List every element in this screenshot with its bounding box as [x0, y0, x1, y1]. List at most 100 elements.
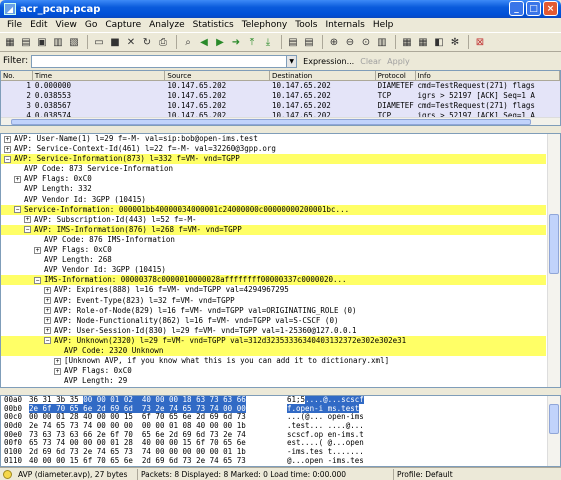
help-icon[interactable]: ⊠ [473, 35, 487, 49]
print-icon[interactable]: ⎙ [156, 35, 170, 49]
clear-button[interactable]: Clear [360, 57, 381, 66]
tree-row[interactable]: + AVP: User-Session-Id(830) l=29 f=VM- vn… [1, 326, 546, 336]
zoom-out-icon[interactable]: ⊖ [343, 35, 357, 49]
tree-row[interactable]: + AVP: Subscription-Id(443) l=52 f=-M- [1, 215, 546, 225]
reload-icon[interactable]: ↻ [140, 35, 154, 49]
collapse-icon[interactable]: − [24, 226, 31, 234]
capture-filters-icon[interactable]: ▦ [400, 35, 414, 49]
packet-list-hscrollbar[interactable] [1, 117, 560, 125]
tree-row[interactable]: + AVP Flags: 0xC0 [1, 174, 546, 184]
hex-row[interactable]: 0110 40 00 00 15 6f 70 65 6e 2d 69 6d 73 … [1, 456, 560, 466]
expand-icon[interactable]: + [24, 216, 31, 224]
column-source[interactable]: Source [165, 71, 271, 81]
column-time[interactable]: Time [33, 71, 166, 81]
tree-row[interactable]: + AVP Flags: 0xC0 [1, 366, 546, 376]
colorize-icon[interactable]: ▤ [286, 35, 300, 49]
expand-icon[interactable]: + [4, 135, 11, 143]
close-file-icon[interactable]: ✕ [124, 35, 138, 49]
tree-row[interactable]: + AVP: User-Name(1) l=29 f=-M- val=sip:bo… [1, 134, 546, 144]
open-file-icon[interactable]: ▭ [92, 35, 106, 49]
expand-icon[interactable]: + [44, 307, 51, 315]
expand-icon[interactable]: + [44, 286, 51, 294]
zoom-normal-icon[interactable]: ⊙ [359, 35, 373, 49]
menu-tools[interactable]: Tools [291, 20, 321, 30]
first-packet-icon[interactable]: ⤒ [245, 35, 259, 49]
auto-scroll-icon[interactable]: ▤ [302, 35, 316, 49]
expand-icon[interactable]: + [44, 317, 51, 325]
tree-row[interactable]: + AVP: Service-Context-Id(461) l=22 f=-M-… [1, 144, 546, 154]
tree-row[interactable]: + AVP: Expires(888) l=16 f=VM- vnd=TGPP v… [1, 285, 546, 295]
stop-capture-icon[interactable]: ▥ [51, 35, 65, 49]
menu-internals[interactable]: Internals [321, 20, 368, 30]
start-capture-icon[interactable]: ▣ [35, 35, 49, 49]
expand-icon[interactable]: + [54, 357, 61, 365]
menu-view[interactable]: View [52, 20, 81, 30]
column-info[interactable]: Info [416, 71, 560, 81]
display-filters-icon[interactable]: ▦ [416, 35, 430, 49]
resize-columns-icon[interactable]: ▥ [375, 35, 389, 49]
menu-capture[interactable]: Capture [101, 20, 145, 30]
tree-row[interactable]: AVP Length: 29 [1, 376, 546, 386]
menu-telephony[interactable]: Telephony [238, 20, 292, 30]
last-packet-icon[interactable]: ⤓ [261, 35, 275, 49]
pane-splitter[interactable] [0, 388, 561, 395]
tree-row[interactable]: − AVP: Unknown(2320) l=29 f=VM- vnd=TGPP … [1, 335, 546, 346]
column-no[interactable]: No. [1, 71, 33, 81]
expand-icon[interactable]: + [44, 327, 51, 335]
zoom-in-icon[interactable]: ⊕ [327, 35, 341, 49]
find-packet-icon[interactable]: ⌕ [181, 35, 195, 49]
tree-row[interactable]: AVP Code: 873 Service-Information [1, 164, 546, 174]
collapse-icon[interactable]: − [14, 206, 21, 214]
expert-info-icon[interactable] [3, 469, 12, 479]
status-profile[interactable]: Profile: Default [394, 469, 514, 480]
tree-row[interactable]: + [Unknown AVP, if you know what this is … [1, 356, 546, 366]
tree-row[interactable]: − AVP: IMS-Information(876) l=268 f=VM- v… [1, 224, 546, 235]
packet-row[interactable]: 3 0.038567 10.147.65.202 10.147.65.202 D… [1, 101, 560, 111]
collapse-icon[interactable]: − [34, 276, 41, 284]
column-destination[interactable]: Destination [270, 71, 376, 81]
menu-analyze[interactable]: Analyze [145, 20, 188, 30]
preferences-icon[interactable]: ✻ [448, 35, 462, 49]
tree-row[interactable]: AVP Code: 2320 Unknown [1, 345, 546, 357]
packet-row[interactable]: 2 0.038553 10.147.65.202 10.147.65.202 T… [1, 91, 560, 101]
packet-row[interactable]: 1 0.000000 10.147.65.202 10.147.65.202 D… [1, 81, 560, 91]
tree-row[interactable]: + AVP Flags: 0xC0 [1, 245, 546, 255]
tree-row[interactable]: AVP Length: 268 [1, 255, 546, 265]
go-forward-icon[interactable]: ▶ [213, 35, 227, 49]
menu-statistics[interactable]: Statistics [189, 20, 238, 30]
menu-edit[interactable]: Edit [26, 20, 51, 30]
column-protocol[interactable]: Protocol [376, 71, 416, 81]
go-to-packet-icon[interactable]: ➜ [229, 35, 243, 49]
expand-icon[interactable]: + [54, 367, 61, 375]
coloring-rules-icon[interactable]: ◧ [432, 35, 446, 49]
tree-row[interactable]: + AVP: Role-of-Node(829) l=16 f=VM- vnd=T… [1, 306, 546, 316]
filter-dropdown-icon[interactable]: ▼ [287, 54, 298, 68]
menu-file[interactable]: File [3, 20, 26, 30]
collapse-icon[interactable]: − [4, 155, 11, 163]
interfaces-icon[interactable]: ▦ [3, 35, 17, 49]
expression-button[interactable]: Expression... [303, 57, 354, 66]
details-vscrollbar[interactable] [547, 134, 560, 387]
expand-icon[interactable]: + [44, 297, 51, 304]
tree-row[interactable]: AVP Length: 332 [1, 184, 546, 194]
go-back-icon[interactable]: ◀ [197, 35, 211, 49]
menu-help[interactable]: Help [369, 20, 398, 30]
expand-icon[interactable]: + [34, 246, 41, 254]
tree-row[interactable]: AVP Vendor Id: 3GPP (10415) [1, 195, 546, 205]
restart-capture-icon[interactable]: ▧ [67, 35, 81, 49]
tree-row[interactable]: − Service-Information: 000001bb4000003400… [1, 204, 546, 215]
bytes-vscrollbar[interactable] [547, 396, 560, 466]
minimize-button[interactable]: _ [509, 1, 524, 16]
tree-row[interactable]: + AVP: Event-Type(823) l=32 f=VM- vnd=TGP… [1, 296, 546, 306]
expand-icon[interactable]: + [4, 145, 11, 153]
maximize-button[interactable]: □ [526, 1, 541, 16]
save-file-icon[interactable]: ■ [108, 35, 122, 49]
filter-input[interactable] [31, 54, 288, 68]
tree-row[interactable]: + AVP: Node-Functionality(862) l=16 f=VM-… [1, 316, 546, 326]
expand-icon[interactable]: + [14, 175, 21, 183]
menu-go[interactable]: Go [81, 20, 101, 30]
tree-row[interactable]: − IMS-Information: 00000378c0000010000028… [1, 275, 546, 286]
tree-row[interactable]: − AVP: Service-Information(873) l=332 f=V… [1, 154, 546, 165]
close-button[interactable]: × [543, 1, 558, 16]
collapse-icon[interactable]: − [44, 337, 51, 345]
